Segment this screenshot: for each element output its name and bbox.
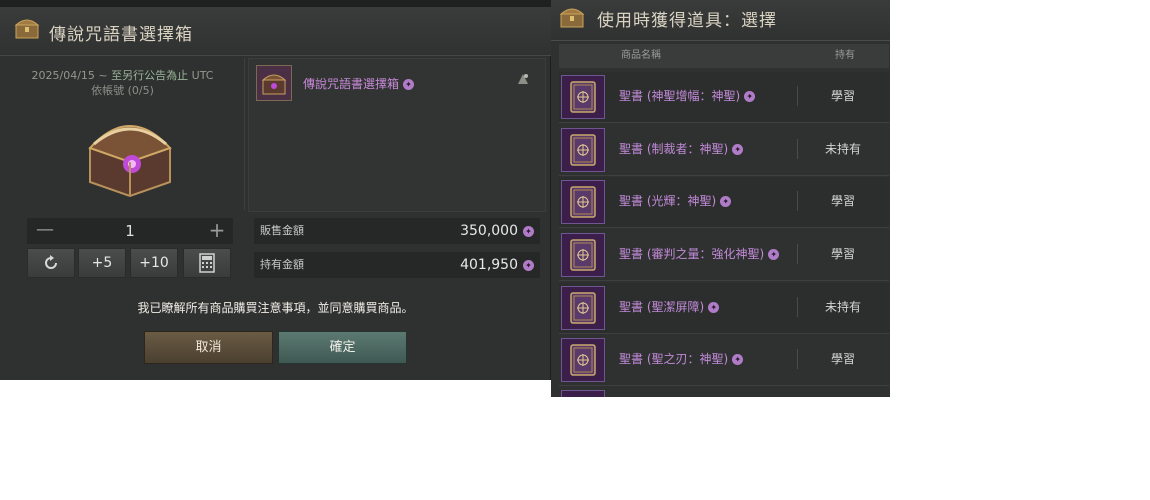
owned-status: 未持有 xyxy=(824,142,861,156)
sale-price-label: 販售金額 xyxy=(260,224,304,237)
item-thumbnail xyxy=(256,65,292,101)
coin-icon: ✦ xyxy=(744,91,756,102)
dialog-header: 傳說咒語書選擇箱 xyxy=(0,7,551,56)
obtainable-items-panel: 使用時獲得道具：選擇 商品名稱 持有 聖書 (神聖增幅：神聖) ✦ 學習 聖書 (制裁… xyxy=(551,0,890,397)
book-icon xyxy=(561,390,605,397)
item-name: 聖書 (神聖增幅：神聖) ✦ xyxy=(619,72,756,120)
list-item[interactable]: 聖書 (神聖增幅：神聖) ✦ 學習 xyxy=(559,72,889,123)
calculator-button[interactable] xyxy=(183,248,231,278)
confirm-button[interactable]: 確定 xyxy=(278,331,407,364)
col-owned: 持有 xyxy=(835,50,855,61)
reset-button[interactable] xyxy=(27,248,75,278)
item-name-text: 聖書 (神聖增幅：神聖) xyxy=(619,89,741,103)
coin-icon: ✦ xyxy=(768,249,780,260)
book-icon xyxy=(561,75,605,119)
panel-header: 使用時獲得道具：選擇 xyxy=(551,0,890,41)
item-name: 聖書 (聖之刃：神聖) ✦ xyxy=(619,335,744,383)
add-10-button[interactable]: +10 xyxy=(130,248,178,278)
book-icon xyxy=(561,128,605,172)
date-range: 2025/04/15 ~ xyxy=(31,69,112,82)
chest-icon xyxy=(88,125,172,198)
owned-amount-label: 持有金額 xyxy=(260,258,304,271)
date-accent: 至另行公告為止 xyxy=(111,69,189,82)
date-timezone: UTC xyxy=(188,69,214,82)
owned-status: 學習 xyxy=(830,247,855,261)
list-item[interactable]: 聖書 (制裁者：神聖) ✦ 未持有 xyxy=(559,125,889,176)
item-name-text: 聖書 (光輝：神聖) xyxy=(619,194,717,208)
agreement-text: 我已瞭解所有商品購買注意事項，並同意購買商品。 xyxy=(137,301,414,315)
coin-icon: ✦ xyxy=(523,260,534,271)
owned-amount-row: 持有金額 401,950 ✦ xyxy=(254,252,540,278)
coin-icon: ✦ xyxy=(708,302,720,313)
column-headers: 商品名稱 持有 xyxy=(559,44,889,68)
book-icon xyxy=(561,338,605,382)
cancel-button[interactable]: 取消 xyxy=(144,331,273,364)
item-name: 聖書 (制裁者：神聖) ✦ xyxy=(619,125,744,173)
purchase-dialog: 傳說咒語書選擇箱 2025/04/15 ~ 至另行公告為止 UTC 依帳號 (0… xyxy=(0,0,551,380)
book-icon xyxy=(561,233,605,277)
owned-status: 學習 xyxy=(830,89,855,103)
coin-icon: ✦ xyxy=(732,144,744,155)
chest-header-icon xyxy=(14,19,40,39)
list-item[interactable]: 聖書 (審判之量：強化神聖) ✦ 學習 xyxy=(559,230,889,281)
item-name: 聖書 (審判之量：強化神聖) ✦ xyxy=(619,230,780,278)
add-5-button[interactable]: +5 xyxy=(78,248,126,278)
book-icon xyxy=(561,180,605,224)
sale-price-row: 販售金額 350,000 ✦ xyxy=(254,218,540,244)
owned-amount-value: 401,950 xyxy=(460,257,518,273)
item-name-text: 傳說咒語書選擇箱 xyxy=(303,77,400,91)
item-name-text: 聖書 (審判之量：強化神聖) xyxy=(619,247,765,261)
list-item-partial xyxy=(559,389,889,397)
share-icon[interactable] xyxy=(515,71,531,87)
list-item[interactable]: 聖書 (聖潔屏障) ✦ 未持有 xyxy=(559,283,889,334)
owned-status: 學習 xyxy=(830,352,855,366)
dialog-title: 傳說咒語書選擇箱 xyxy=(49,25,193,45)
calculator-icon xyxy=(199,253,215,273)
top-strip xyxy=(0,0,551,7)
owned-status: 學習 xyxy=(830,194,855,208)
col-item-name: 商品名稱 xyxy=(621,50,661,61)
quantity-stepper: — 1 + xyxy=(27,218,233,244)
coin-icon: ✦ xyxy=(720,196,732,207)
item-name-text: 聖書 (聖之刃：神聖) xyxy=(619,352,729,366)
sale-period: 2025/04/15 ~ 至另行公告為止 UTC xyxy=(0,67,245,83)
chest-header-icon xyxy=(559,8,585,28)
increase-button[interactable]: + xyxy=(207,218,227,244)
panel-title: 使用時獲得道具：選擇 xyxy=(597,11,777,31)
coin-icon: ✦ xyxy=(403,79,415,90)
item-name-text: 聖書 (聖潔屏障) xyxy=(619,300,705,314)
divider xyxy=(244,58,245,210)
item-name: 傳說咒語書選擇箱 ✦ xyxy=(303,75,415,92)
purchase-limit: 依帳號 (0/5) xyxy=(91,84,154,97)
chest-thumb-icon xyxy=(261,74,287,95)
refresh-icon xyxy=(45,255,57,269)
owned-status: 未持有 xyxy=(824,300,861,314)
list-item[interactable]: 聖書 (光輝：神聖) ✦ 學習 xyxy=(559,177,889,228)
item-name: 聖書 (聖潔屏障) ✦ xyxy=(619,283,720,331)
item-name: 聖書 (光輝：神聖) ✦ xyxy=(619,177,732,225)
sale-price-value: 350,000 xyxy=(460,223,518,239)
list-item[interactable]: 聖書 (聖之刃：神聖) ✦ 學習 xyxy=(559,335,889,386)
item-name-text: 聖書 (制裁者：神聖) xyxy=(619,142,729,156)
coin-icon: ✦ xyxy=(732,354,744,365)
quantity-value[interactable]: 1 xyxy=(27,218,233,244)
coin-icon: ✦ xyxy=(523,226,534,237)
book-icon xyxy=(561,286,605,330)
